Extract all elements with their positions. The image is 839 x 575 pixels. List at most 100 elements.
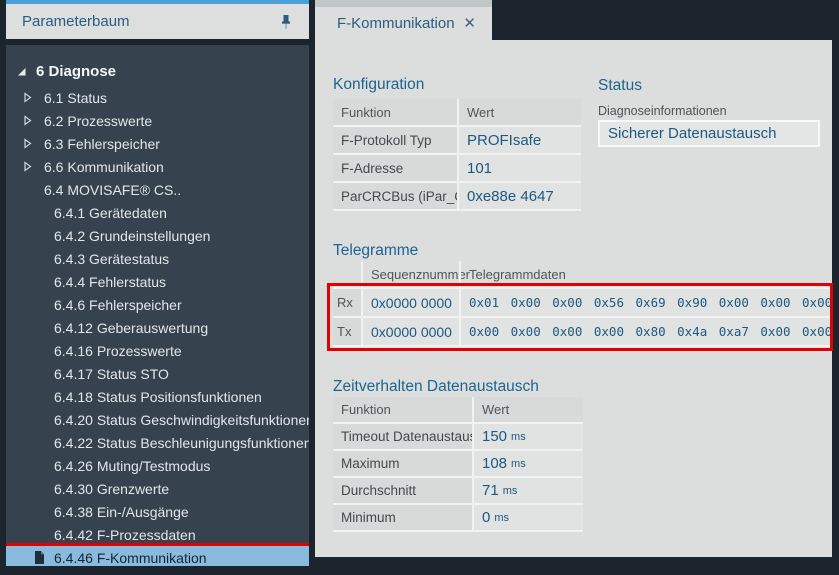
row-value: 108ms: [472, 451, 583, 476]
tree-item-label: 6.4.6 Fehlerspeicher: [54, 297, 182, 313]
document-icon: [34, 551, 46, 564]
tree-item-label: 6.4.30 Grenzwerte: [54, 481, 169, 497]
tree-item-label: 6.3 Fehlerspeicher: [44, 136, 160, 152]
row-label: Timeout Datenaustausch: [333, 424, 472, 449]
tree-item-6-4-16-prozesswerte[interactable]: 6.4.16 Prozesswerte: [6, 339, 309, 362]
telegram-row-tx: Tx0x0000 00000x00 0x00 0x00 0x00 0x80 0x…: [333, 318, 830, 347]
telegram-header-spacer: [333, 261, 361, 287]
telegram-data: 0x00 0x00 0x00 0x00 0x80 0x4a 0xa7 0x00 …: [459, 318, 830, 345]
table-row-parcrcbus-ipar-crc: ParCRCBus (iPar_CRC)0xe88e 4647: [333, 183, 581, 211]
status-value-field: Sicherer Datenaustausch: [598, 120, 820, 147]
pin-icon[interactable]: [277, 13, 295, 31]
tree-item-label: 6.4.42 F-Prozessdaten: [54, 527, 196, 543]
status-field-label: Diagnoseinformationen: [598, 104, 727, 118]
table-row-maximum: Maximum108ms: [333, 451, 583, 478]
table-header-row: FunktionWert: [333, 99, 581, 127]
tree-item-label: 6.4.18 Status Positionsfunktionen: [54, 389, 262, 405]
sidebar-parameterbaum: Parameterbaum 6 Diagnose 6.1 Status 6.2 Pr…: [6, 0, 309, 575]
section-title-konfiguration: Konfiguration: [333, 76, 424, 94]
row-value: 0xe88e 4647: [457, 183, 581, 209]
collapse-icon[interactable]: [16, 66, 36, 77]
table-header-row: FunktionWert: [333, 397, 583, 424]
expand-icon[interactable]: [22, 138, 44, 149]
telegram-direction: Tx: [333, 318, 361, 345]
tree-item-label: 6.4.22 Status Beschleunigungsfunktionen: [54, 435, 309, 451]
telegram-direction: Rx: [333, 289, 361, 316]
tree-item-6-2-prozesswerte[interactable]: 6.2 Prozesswerte: [6, 109, 309, 132]
tab-f-kommunikation[interactable]: F-Kommunikation ✕: [315, 0, 492, 40]
row-value: 0ms: [472, 505, 583, 530]
column-header-funktion: Funktion: [333, 397, 472, 422]
telegram-data: 0x01 0x00 0x00 0x56 0x69 0x90 0x00 0x00 …: [459, 289, 830, 316]
tree-item-6-4-22-status-beschleunigungsfunktionen[interactable]: 6.4.22 Status Beschleunigungsfunktionen: [6, 431, 309, 454]
tree-item-6-4-20-status-geschwindigkeitsfunktionen[interactable]: 6.4.20 Status Geschwindigkeitsfunktionen: [6, 408, 309, 431]
table-row-f-protokoll-typ: F-Protokoll TypPROFIsafe: [333, 127, 581, 155]
row-value: 101: [457, 155, 581, 181]
tree-item-6-4-3-ger-testatus[interactable]: 6.4.3 Gerätestatus: [6, 247, 309, 270]
tree-item-label: 6.4.46 F-Kommunikation: [54, 550, 207, 566]
tree-item-label: 6.6 Kommunikation: [44, 159, 164, 175]
content-panel: Konfiguration FunktionWertF-Protokoll Ty…: [315, 40, 832, 557]
telegram-sequence: 0x0000 0000: [361, 289, 459, 316]
tree-item-label: 6.4.1 Gerätedaten: [54, 205, 167, 221]
tree-item-6-6-kommunikation[interactable]: 6.6 Kommunikation: [6, 155, 309, 178]
tree-item-label: 6.4.16 Prozesswerte: [54, 343, 182, 359]
tree-item-6-4-26-muting-testmodus[interactable]: 6.4.26 Muting/Testmodus: [6, 454, 309, 477]
tree-item-label: 6.4.26 Muting/Testmodus: [54, 458, 210, 474]
row-label: F-Adresse: [333, 155, 457, 181]
tree-item-6-4-30-grenzwerte[interactable]: 6.4.30 Grenzwerte: [6, 477, 309, 500]
sidebar-header: Parameterbaum: [6, 4, 309, 39]
tree-item-label: 6.2 Prozesswerte: [44, 113, 152, 129]
row-label: ParCRCBus (iPar_CRC): [333, 183, 457, 209]
column-header-wert: Wert: [472, 397, 583, 422]
tree-item-6-4-46-f-kommunikation[interactable]: 6.4.46 F-Kommunikation: [6, 546, 309, 566]
row-value: PROFIsafe: [457, 127, 581, 153]
tree-item-6-4-2-grundeinstellungen[interactable]: 6.4.2 Grundeinstellungen: [6, 224, 309, 247]
unit-label: ms: [494, 512, 509, 524]
tree-item-label: 6.4.2 Grundeinstellungen: [54, 228, 210, 244]
tree-item-6-4-4-fehlerstatus[interactable]: 6.4.4 Fehlerstatus: [6, 270, 309, 293]
tree-item-label: 6.4.38 Ein-/Ausgänge: [54, 504, 189, 520]
column-header-sequenznummer: Sequenznummer: [361, 261, 459, 287]
tree-item-6-4-17-status-sto[interactable]: 6.4.17 Status STO: [6, 362, 309, 385]
tree-item-label: 6.4.3 Gerätestatus: [54, 251, 169, 267]
telegram-sequence: 0x0000 0000: [361, 318, 459, 345]
tree-item-6-4-18-status-positionsfunktionen[interactable]: 6.4.18 Status Positionsfunktionen: [6, 385, 309, 408]
expand-icon[interactable]: [22, 161, 44, 172]
tree-item-label: 6.4.20 Status Geschwindigkeitsfunktionen: [54, 412, 309, 428]
tree-item-6-3-fehlerspeicher[interactable]: 6.3 Fehlerspeicher: [6, 132, 309, 155]
row-label: Maximum: [333, 451, 472, 476]
unit-label: ms: [511, 458, 526, 470]
row-label: Minimum: [333, 505, 472, 530]
zeitverhalten-table: FunktionWertTimeout Datenaustausch150msM…: [333, 397, 583, 532]
tree-item-label: 6.4.17 Status STO: [54, 366, 169, 382]
expand-icon[interactable]: [22, 92, 44, 103]
tree-item-6-4-movisafe-cs[interactable]: 6.4 MOVISAFE® CS..: [6, 178, 309, 201]
tree-item-6-1-status[interactable]: 6.1 Status: [6, 86, 309, 109]
close-icon[interactable]: ✕: [461, 14, 478, 33]
telegram-header-row: SequenznummerTelegrammdaten: [333, 261, 830, 289]
row-label: Durchschnitt: [333, 478, 472, 503]
tree-item-label: 6.4.12 Geberauswertung: [54, 320, 208, 336]
tree-item-label: 6.1 Status: [44, 90, 107, 106]
unit-label: ms: [503, 485, 518, 497]
telegram-row-rx: Rx0x0000 00000x01 0x00 0x00 0x56 0x69 0x…: [333, 289, 830, 318]
section-title-status: Status: [598, 77, 642, 95]
tree-item-6-4-1-ger-tedaten[interactable]: 6.4.1 Gerätedaten: [6, 201, 309, 224]
tree-item-label: 6 Diagnose: [36, 63, 116, 80]
column-header-funktion: Funktion: [333, 99, 457, 125]
status-value: Sicherer Datenaustausch: [608, 125, 776, 142]
table-row-timeout-datenaustausch: Timeout Datenaustausch150ms: [333, 424, 583, 451]
telegramme-table: SequenznummerTelegrammdatenRx0x0000 0000…: [333, 261, 830, 347]
tree-item-6-4-6-fehlerspeicher[interactable]: 6.4.6 Fehlerspeicher: [6, 293, 309, 316]
tree-item-6-4-12-geberauswertung[interactable]: 6.4.12 Geberauswertung: [6, 316, 309, 339]
tree-item-label: 6.4 MOVISAFE® CS..: [44, 182, 181, 198]
tab-top-strip: [315, 0, 492, 7]
expand-icon[interactable]: [22, 115, 44, 126]
section-title-zeitverhalten: Zeitverhalten Datenaustausch: [333, 378, 539, 396]
tree-item-6-4-42-f-prozessdaten[interactable]: 6.4.42 F-Prozessdaten: [6, 523, 309, 546]
konfiguration-table: FunktionWertF-Protokoll TypPROFIsafeF-Ad…: [333, 99, 581, 211]
tab-label: F-Kommunikation: [337, 15, 455, 32]
tree-item-6-4-38-ein-ausg-nge[interactable]: 6.4.38 Ein-/Ausgänge: [6, 500, 309, 523]
tree-item-6-diagnose[interactable]: 6 Diagnose: [6, 56, 309, 86]
